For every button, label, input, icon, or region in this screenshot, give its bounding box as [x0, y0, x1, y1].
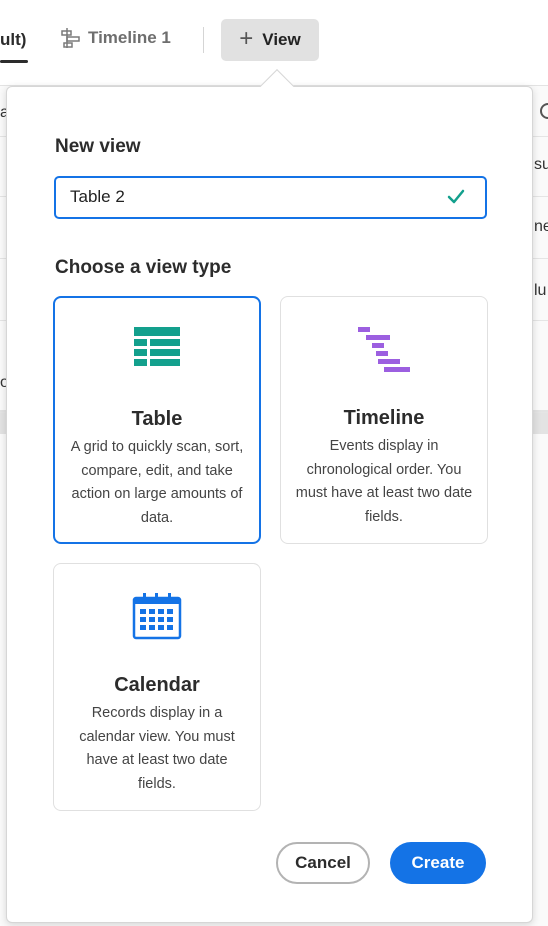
create-button[interactable]: Create	[390, 842, 486, 884]
choose-view-type-heading: Choose a view type	[55, 257, 232, 278]
card-description: Events display in chronological order. Y…	[295, 438, 473, 525]
table-icon	[134, 327, 180, 366]
timeline-icon	[358, 327, 410, 372]
view-type-card-calendar[interactable]: Calendar Records display in a calendar v…	[53, 563, 261, 811]
search-icon[interactable]	[539, 102, 548, 120]
tab-timeline-label: Timeline 1	[88, 28, 171, 47]
view-type-card-table[interactable]: Table A grid to quickly scan, sort, comp…	[53, 296, 261, 544]
calendar-icon	[132, 593, 182, 640]
active-tab-indicator	[0, 60, 28, 63]
card-description: A grid to quickly scan, sort, compare, e…	[70, 439, 244, 526]
card-title: Timeline	[343, 407, 425, 429]
new-view-heading: New view	[55, 136, 141, 157]
table-cell-fragment: su	[534, 156, 548, 173]
card-title: Calendar	[114, 674, 200, 696]
check-icon	[447, 189, 465, 204]
table-cell-fragment: lu	[534, 282, 547, 299]
plus-icon: +	[239, 25, 254, 52]
add-view-label: View	[262, 30, 301, 49]
card-title: Table	[131, 408, 183, 430]
tab-timeline-1[interactable]: Timeline 1	[61, 27, 171, 49]
view-name-input[interactable]	[70, 187, 430, 207]
tab-divider	[203, 27, 204, 53]
table-cell-fragment: ne	[534, 218, 548, 235]
add-view-button[interactable]: + View	[221, 19, 319, 61]
tab-default-view[interactable]: ult)	[0, 30, 26, 50]
card-description: Records display in a calendar view. You …	[79, 705, 235, 792]
view-type-card-timeline[interactable]: Timeline Events display in chronological…	[280, 296, 488, 544]
new-view-popover: New view Choose a view type	[6, 69, 533, 923]
view-name-field[interactable]	[54, 176, 487, 219]
timeline-tab-icon	[61, 28, 80, 48]
cancel-button[interactable]: Cancel	[276, 842, 370, 884]
